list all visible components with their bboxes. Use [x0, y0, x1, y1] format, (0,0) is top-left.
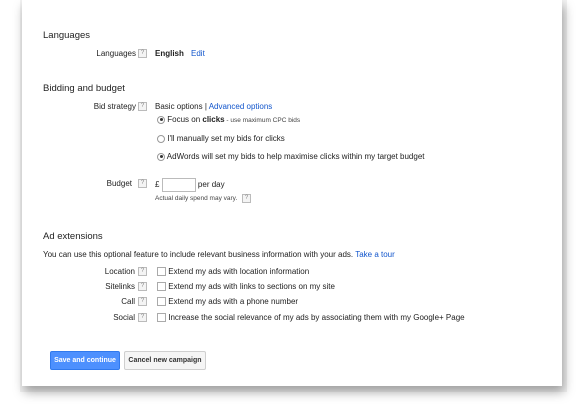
option-text: AdWords will set my bids to help maximis…: [166, 152, 425, 161]
help-icon[interactable]: ?: [138, 313, 147, 322]
help-icon[interactable]: ?: [138, 267, 147, 276]
checkbox-icon[interactable]: [157, 267, 166, 277]
option-text: I'll manually set my bids for clicks: [167, 134, 285, 143]
extension-social[interactable]: Increase the social relevance of my ads …: [157, 313, 465, 323]
bid-strategy-label: Bid strategy: [93, 102, 136, 111]
languages-heading: Languages: [43, 30, 91, 41]
help-icon[interactable]: ?: [242, 194, 252, 203]
extension-text: Extend my ads with a phone number: [168, 297, 299, 306]
sitelinks-label: Sitelinks: [105, 282, 135, 291]
ad-extensions-intro: You can use this optional feature to inc…: [43, 250, 354, 259]
option-bold-text: clicks: [202, 115, 225, 124]
extension-sitelinks[interactable]: Extend my ads with links to sections on …: [157, 282, 335, 292]
social-label: Social: [113, 313, 135, 322]
advanced-options-link[interactable]: Advanced options: [209, 102, 273, 111]
budget-label: Budget: [106, 179, 132, 188]
languages-value: English: [155, 49, 184, 58]
budget-note-row: Actual daily spend may vary. ?: [155, 194, 252, 203]
extension-call[interactable]: Extend my ads with a phone number: [157, 297, 299, 307]
bidding-heading: Bidding and budget: [43, 83, 125, 94]
checkbox-icon[interactable]: [157, 297, 166, 307]
basic-options-text: Basic options: [155, 102, 203, 111]
call-label: Call: [121, 297, 135, 306]
save-and-continue-button[interactable]: Save and continue: [50, 351, 120, 370]
bid-option-focus-clicks[interactable]: Focus on clicks - use maximum CPC bids: [157, 115, 300, 124]
radio-icon[interactable]: [157, 134, 165, 143]
cancel-new-campaign-button[interactable]: Cancel new campaign: [124, 351, 206, 370]
budget-row: £ per day: [155, 178, 225, 192]
bid-option-automatic[interactable]: AdWords will set my bids to help maximis…: [157, 152, 425, 161]
ad-extensions-intro-row: You can use this optional feature to inc…: [43, 250, 395, 259]
languages-edit-link[interactable]: Edit: [191, 49, 205, 58]
extension-text: Extend my ads with location information: [168, 267, 310, 276]
location-label: Location: [104, 267, 135, 276]
help-icon[interactable]: ?: [138, 179, 147, 188]
ad-extensions-heading: Ad extensions: [43, 231, 103, 242]
extension-location[interactable]: Extend my ads with location information: [157, 267, 310, 277]
take-a-tour-link[interactable]: Take a tour: [355, 250, 395, 259]
extension-text: Increase the social relevance of my ads …: [168, 313, 465, 322]
option-text: Focus on: [167, 115, 203, 124]
per-day-text: per day: [197, 180, 225, 190]
budget-input[interactable]: [161, 178, 196, 192]
help-icon[interactable]: ?: [138, 49, 147, 58]
option-note: - use maximum CPC bids: [224, 117, 301, 124]
checkbox-icon[interactable]: [157, 313, 166, 323]
extension-text: Extend my ads with links to sections on …: [168, 282, 335, 291]
separator: |: [204, 102, 207, 111]
bid-mode-row: Basic options | Advanced options: [155, 102, 272, 111]
radio-selected-icon[interactable]: [157, 115, 165, 124]
help-icon[interactable]: ?: [138, 297, 147, 306]
help-icon[interactable]: ?: [138, 102, 147, 111]
currency-symbol: £: [155, 180, 160, 190]
bid-option-manual[interactable]: I'll manually set my bids for clicks: [157, 134, 285, 143]
checkbox-icon[interactable]: [157, 282, 166, 292]
languages-label: Languages: [96, 49, 136, 58]
radio-selected-icon[interactable]: [157, 152, 165, 161]
budget-note: Actual daily spend may vary.: [155, 195, 238, 203]
help-icon[interactable]: ?: [138, 282, 147, 291]
